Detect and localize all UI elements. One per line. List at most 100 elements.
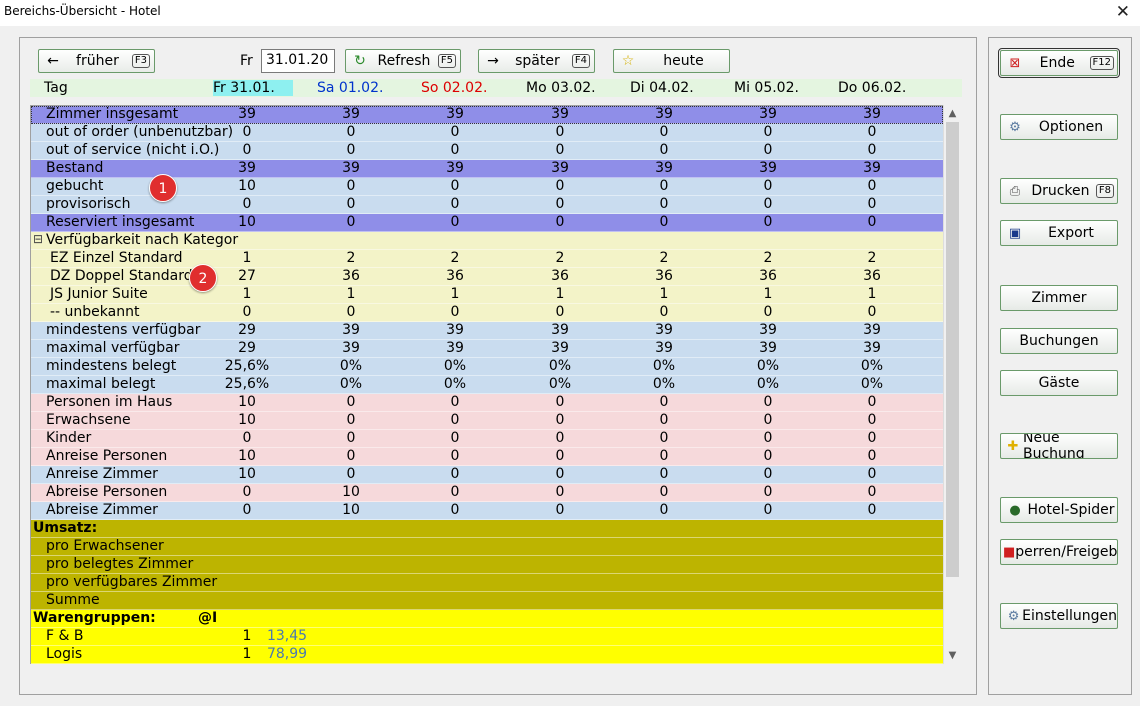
grid-cell[interactable]: 0: [842, 466, 902, 482]
grid-cell[interactable]: 0: [530, 124, 590, 140]
grid-cell[interactable]: 0: [530, 430, 590, 446]
grid-cell[interactable]: 0: [425, 196, 485, 212]
grid-cell[interactable]: 0: [217, 484, 277, 500]
export-button[interactable]: ▣ Export: [1000, 220, 1118, 246]
grid-cell[interactable]: 0: [738, 502, 798, 518]
grid-cell[interactable]: 0: [738, 484, 798, 500]
grid-row[interactable]: pro belegtes Zimmer: [31, 556, 943, 574]
grid-cell[interactable]: 0%: [425, 376, 485, 392]
grid-cell[interactable]: 0: [530, 394, 590, 410]
grid-cell[interactable]: 0: [842, 430, 902, 446]
grid-cell[interactable]: 10: [217, 466, 277, 482]
grid-row[interactable]: mindestens belegt 25,6% 0% 0% 0% 0% 0% 0%: [31, 358, 943, 376]
grid-cell[interactable]: 39: [738, 106, 798, 122]
grid-cell[interactable]: 39: [425, 106, 485, 122]
grid-cell[interactable]: 0: [530, 502, 590, 518]
grid-cell[interactable]: 0: [530, 448, 590, 464]
grid-cell[interactable]: 1: [634, 286, 694, 302]
close-icon[interactable]: ✕: [1116, 2, 1130, 22]
grid-row[interactable]: pro verfügbares Zimmer: [31, 574, 943, 592]
grid-cell[interactable]: 39: [842, 160, 902, 176]
grid-cell[interactable]: 39: [425, 340, 485, 356]
grid-cell[interactable]: 0: [634, 304, 694, 320]
grid-cell[interactable]: 0: [217, 142, 277, 158]
sperren-freigeben-button[interactable]: ■ perren/Freigebe: [1000, 539, 1118, 565]
grid-cell[interactable]: 0%: [842, 376, 902, 392]
drucken-button[interactable]: ⎙ Drucken F8: [1000, 178, 1118, 204]
grid-cell[interactable]: 0: [530, 484, 590, 500]
grid-cell[interactable]: 10: [217, 178, 277, 194]
grid-row[interactable]: Abreise Zimmer 0 10 0 0 0 0 0: [31, 502, 943, 520]
grid-cell[interactable]: 0: [530, 178, 590, 194]
grid-cell[interactable]: 1: [842, 286, 902, 302]
grid-cell[interactable]: 0: [738, 412, 798, 428]
grid-cell[interactable]: 0: [217, 502, 277, 518]
grid-cell[interactable]: 1: [217, 286, 277, 302]
grid-cell[interactable]: 0: [321, 448, 381, 464]
grid-cell[interactable]: 39: [425, 160, 485, 176]
grid-cell[interactable]: 0: [738, 196, 798, 212]
grid-cell[interactable]: 39: [634, 322, 694, 338]
heute-button[interactable]: ☆ heute: [613, 49, 730, 73]
grid-cell[interactable]: 0: [321, 178, 381, 194]
grid-cell[interactable]: 29: [217, 322, 277, 338]
grid-cell[interactable]: 39: [425, 322, 485, 338]
grid-cell[interactable]: 0: [217, 124, 277, 140]
grid-cell[interactable]: 0%: [530, 358, 590, 374]
grid-cell[interactable]: 0: [530, 214, 590, 230]
grid-cell[interactable]: 39: [842, 340, 902, 356]
grid-cell[interactable]: 36: [842, 268, 902, 284]
grid-cell[interactable]: 0: [425, 394, 485, 410]
grid-cell[interactable]: 0: [321, 466, 381, 482]
scroll-thumb[interactable]: [946, 122, 959, 577]
grid-cell[interactable]: 39: [842, 106, 902, 122]
grid-cell[interactable]: 0: [842, 304, 902, 320]
grid-row[interactable]: Kinder 0 0 0 0 0 0 0: [31, 430, 943, 448]
grid-cell[interactable]: 0: [425, 304, 485, 320]
grid-cell[interactable]: 39: [217, 106, 277, 122]
grid-cell[interactable]: 39: [738, 160, 798, 176]
grid-cell[interactable]: 0%: [425, 358, 485, 374]
grid-row[interactable]: Erwachsene 10 0 0 0 0 0 0: [31, 412, 943, 430]
grid-cell[interactable]: 0: [842, 124, 902, 140]
gaeste-button[interactable]: Gäste: [1000, 370, 1118, 396]
grid-row[interactable]: Logis 1 78,99: [31, 646, 943, 664]
grid-cell[interactable]: 0: [530, 142, 590, 158]
grid-cell[interactable]: 39: [530, 160, 590, 176]
grid-cell[interactable]: 39: [321, 160, 381, 176]
buchungen-button[interactable]: Buchungen: [1000, 328, 1118, 354]
grid-cell[interactable]: 0: [530, 466, 590, 482]
grid-cell[interactable]: 2: [425, 250, 485, 266]
grid-cell[interactable]: 0: [321, 142, 381, 158]
grid-cell[interactable]: 0: [425, 430, 485, 446]
grid-cell[interactable]: 25,6%: [217, 376, 277, 392]
grid-cell[interactable]: 0: [530, 196, 590, 212]
grid-cell[interactable]: 0: [634, 502, 694, 518]
grid-cell[interactable]: 0: [738, 466, 798, 482]
grid-cell[interactable]: 0: [425, 124, 485, 140]
collapse-icon[interactable]: ⊟: [33, 232, 43, 246]
grid-cell[interactable]: 0: [842, 196, 902, 212]
einstellungen-button[interactable]: ⚙ Einstellungen: [1000, 603, 1118, 629]
grid-cell[interactable]: 10: [217, 448, 277, 464]
grid-cell[interactable]: 0: [425, 502, 485, 518]
grid-cell[interactable]: 0: [321, 214, 381, 230]
grid-cell[interactable]: 39: [634, 160, 694, 176]
grid-row[interactable]: ⊟ Verfügbarkeit nach Kategor: [31, 232, 943, 250]
grid-cell[interactable]: 0: [842, 412, 902, 428]
grid-cell[interactable]: 0%: [634, 376, 694, 392]
grid-cell[interactable]: 0: [738, 430, 798, 446]
grid-cell[interactable]: 0: [425, 178, 485, 194]
grid-cell[interactable]: 1: [738, 286, 798, 302]
grid-cell[interactable]: 2: [321, 250, 381, 266]
grid-cell[interactable]: 10: [321, 502, 381, 518]
grid-cell[interactable]: 0: [321, 124, 381, 140]
grid-cell[interactable]: 0: [321, 430, 381, 446]
grid-cell[interactable]: 0%: [321, 376, 381, 392]
grid-cell[interactable]: 0: [321, 196, 381, 212]
grid-cell[interactable]: 39: [530, 322, 590, 338]
grid-cell[interactable]: 39: [217, 160, 277, 176]
grid-cell[interactable]: 10: [321, 484, 381, 500]
grid-cell[interactable]: 29: [217, 340, 277, 356]
grid-cell[interactable]: 39: [530, 106, 590, 122]
